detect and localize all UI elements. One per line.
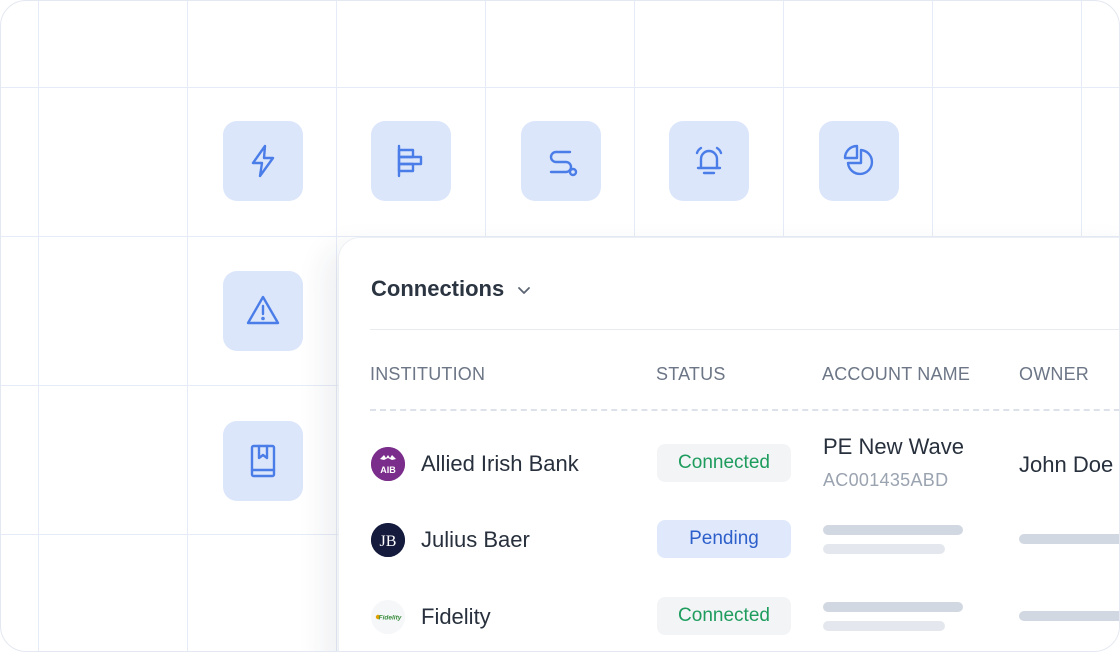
chevron-down-icon — [518, 287, 531, 294]
alarm-bell-tile[interactable] — [669, 121, 749, 201]
lightning-icon — [251, 144, 275, 178]
app-frame: Connections INSTITUTION STATUS ACCOUNT N… — [0, 0, 1120, 652]
lightning-tile[interactable] — [223, 121, 303, 201]
owner-name: John Doe — [1019, 452, 1114, 477]
pie-chart-icon — [843, 144, 874, 176]
svg-text:JB: JB — [380, 533, 397, 550]
route-tile[interactable] — [521, 121, 601, 201]
connections-dropdown[interactable]: Connections — [371, 276, 532, 302]
pie-chart-tile[interactable] — [819, 121, 899, 201]
institution-cell: JB Julius Baer — [371, 510, 530, 570]
align-bars-icon — [397, 144, 423, 178]
connections-title: Connections — [371, 276, 505, 301]
owner-placeholder — [1019, 611, 1119, 621]
header-divider — [370, 409, 1119, 411]
account-name-placeholder — [823, 602, 963, 612]
grid-line — [38, 1, 39, 651]
column-header-account-name[interactable]: ACCOUNT NAME — [822, 364, 970, 385]
align-bars-tile[interactable] — [371, 121, 451, 201]
warning-tile[interactable] — [223, 271, 303, 351]
institution-name: Julius Baer — [421, 527, 530, 552]
grid-line — [336, 1, 337, 651]
divider — [370, 329, 1119, 330]
table-row[interactable]: AIB Allied Irish Bank Connected PE New W… — [339, 434, 1119, 494]
status-badge: Connected — [657, 597, 791, 635]
institution-cell: Fidelity Fidelity — [371, 587, 491, 647]
account-number-placeholder — [823, 544, 945, 554]
connections-panel: Connections INSTITUTION STATUS ACCOUNT N… — [338, 237, 1119, 651]
fidelity-logo: Fidelity — [371, 600, 405, 634]
institution-name: Allied Irish Bank — [421, 451, 579, 476]
alarm-bell-icon — [695, 146, 723, 175]
column-header-status[interactable]: STATUS — [656, 364, 726, 385]
account-name: PE New Wave — [823, 434, 965, 459]
svg-text:Fidelity: Fidelity — [379, 615, 402, 622]
table-row[interactable]: JB Julius Baer Pending — [339, 510, 1119, 570]
column-header-institution[interactable]: INSTITUTION — [370, 364, 485, 385]
status-badge: Pending — [657, 520, 791, 558]
bookmark-book-tile[interactable] — [223, 421, 303, 501]
warning-triangle-icon — [246, 295, 280, 325]
julius-baer-logo: JB — [371, 523, 405, 557]
institution-cell: AIB Allied Irish Bank — [371, 434, 579, 494]
bookmark-book-icon — [250, 444, 276, 478]
status-badge: Connected — [657, 444, 791, 482]
route-icon — [549, 150, 578, 177]
column-header-owner[interactable]: OWNER — [1019, 364, 1089, 385]
table-row[interactable]: Fidelity Fidelity Connected — [339, 587, 1119, 647]
grid-line — [187, 1, 188, 651]
account-name-placeholder — [823, 525, 963, 535]
account-number: AC001435ABD — [823, 470, 949, 490]
owner-placeholder — [1019, 534, 1119, 544]
grid-line — [1, 87, 1119, 88]
aib-logo: AIB — [371, 447, 405, 481]
svg-text:AIB: AIB — [380, 465, 396, 475]
institution-name: Fidelity — [421, 604, 491, 629]
account-number-placeholder — [823, 621, 945, 631]
